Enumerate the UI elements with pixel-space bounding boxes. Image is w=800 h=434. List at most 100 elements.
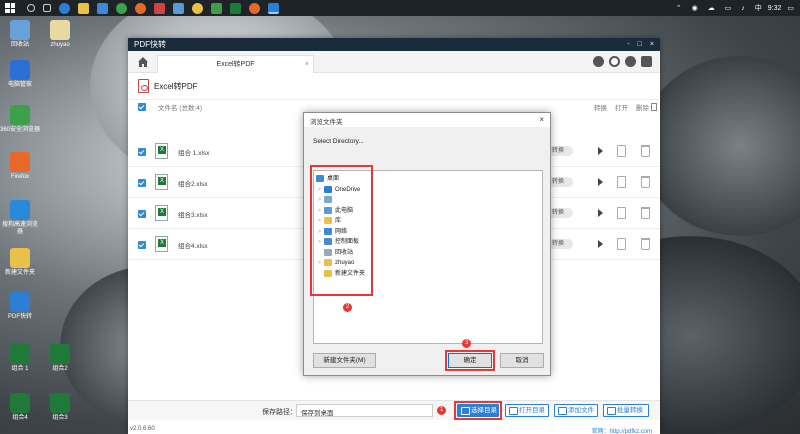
select-all-checkbox[interactable]: [138, 103, 146, 111]
excel-file-icon: [155, 205, 168, 221]
dialog-close-icon[interactable]: ×: [539, 115, 544, 124]
desktop-icon[interactable]: 新建文件夹: [0, 248, 40, 277]
store-icon[interactable]: [97, 2, 108, 14]
maximize-button[interactable]: □: [638, 41, 642, 48]
desktop-icon-label: 组合4: [12, 415, 28, 421]
trash-header-icon[interactable]: [651, 103, 657, 111]
app-icon[interactable]: [154, 2, 165, 14]
play-icon[interactable]: [598, 147, 603, 155]
excel-file-icon: [155, 143, 168, 159]
choose-directory-button[interactable]: 选择目录: [457, 404, 499, 417]
desktop-icon[interactable]: 回收站: [0, 20, 40, 49]
excel-icon[interactable]: [230, 2, 241, 14]
trash-icon[interactable]: [641, 238, 650, 250]
firefox-icon[interactable]: [135, 2, 146, 14]
open-file-icon[interactable]: [617, 145, 626, 157]
trash-icon[interactable]: [641, 207, 650, 219]
file-checkbox[interactable]: [138, 179, 146, 187]
desktop-icon-label: Firefox: [10, 174, 30, 180]
trash-icon[interactable]: [641, 145, 650, 157]
bottom-bar: 保存路径： 保存到桌面 1 选择目录 打开目录 添加文件 批量转换: [128, 400, 660, 420]
batch-convert-button[interactable]: 批量转换: [603, 404, 649, 417]
desktop-app-icon: [10, 292, 30, 312]
desktop-icon[interactable]: 组合 1: [0, 344, 40, 373]
app-icon[interactable]: [249, 2, 260, 14]
website-link[interactable]: 官网：http://pdfkz.com: [592, 426, 652, 434]
desktop-app-icon: [10, 344, 30, 364]
chrome-icon[interactable]: [192, 2, 203, 14]
desktop-app-icon: [10, 20, 30, 40]
column-open: 打开: [615, 105, 628, 112]
edge-icon[interactable]: [59, 2, 70, 14]
app-icon[interactable]: [211, 2, 222, 14]
explorer-icon[interactable]: [78, 2, 89, 14]
app-icon[interactable]: [173, 2, 184, 14]
save-path-input[interactable]: 保存到桌面: [296, 404, 433, 417]
pdf-app-icon[interactable]: [268, 2, 279, 14]
desktop-icon[interactable]: 组合2: [40, 344, 80, 373]
desktop-app-icon: [10, 152, 30, 172]
app-footer: v2.0.6.60 官网：http://pdfkz.com: [128, 424, 660, 434]
desktop-app-icon: [10, 105, 30, 125]
column-convert: 转换: [594, 105, 607, 112]
ok-button[interactable]: 确定: [448, 353, 492, 368]
desktop-icon[interactable]: Firefox: [0, 152, 40, 181]
open-file-icon[interactable]: [617, 238, 626, 250]
desktop-icon-label: zhuyao: [50, 42, 70, 48]
trash-icon[interactable]: [641, 176, 650, 188]
highlight-box: [310, 165, 373, 296]
desktop-icon[interactable]: 360安全浏览器: [0, 105, 40, 134]
taskview-icon[interactable]: [43, 4, 51, 12]
app-toolbar: Excel转PDF ×: [128, 51, 660, 73]
desktop-icon[interactable]: PDF快转: [0, 292, 40, 321]
file-checkbox[interactable]: [138, 241, 146, 249]
pdf-icon: [138, 79, 149, 93]
browser-icon[interactable]: [116, 2, 127, 14]
desktop-icon[interactable]: zhuyao: [40, 20, 80, 49]
notification-icon[interactable]: ▭: [787, 4, 794, 12]
play-icon[interactable]: [598, 178, 603, 186]
excel-file-icon: [155, 236, 168, 252]
version-text: v2.0.6.60: [130, 426, 155, 432]
new-folder-button[interactable]: 新建文件夹(M): [313, 353, 376, 368]
play-icon[interactable]: [598, 240, 603, 248]
desktop-icon-label: 电脑管家: [7, 82, 32, 88]
open-file-icon[interactable]: [617, 176, 626, 188]
desktop-icon[interactable]: 组合3: [40, 393, 80, 422]
desktop-icon[interactable]: 搜狗高速浏览器: [0, 200, 40, 236]
dialog-title: 浏览文件夹: [310, 119, 343, 126]
gear-icon[interactable]: [641, 56, 652, 67]
file-checkbox[interactable]: [138, 210, 146, 218]
open-directory-button[interactable]: 打开目录: [505, 404, 549, 417]
desktop-icon-label: 360安全浏览器: [0, 127, 41, 133]
tab-label: Excel转PDF: [216, 61, 255, 68]
app-title: PDF快转: [134, 40, 166, 49]
file-name: 组合2.xlsx: [178, 181, 208, 188]
desktop-icon-label: PDF快转: [7, 314, 32, 320]
tab-excel-to-pdf[interactable]: Excel转PDF ×: [157, 55, 314, 73]
desktop-app-icon: [50, 344, 70, 364]
cancel-button[interactable]: 取消: [500, 353, 544, 368]
close-button[interactable]: ×: [650, 41, 654, 48]
home-icon[interactable]: [137, 56, 149, 68]
open-file-icon[interactable]: [617, 207, 626, 219]
search-icon[interactable]: [27, 4, 35, 12]
minimize-button[interactable]: -: [627, 41, 629, 48]
tray-icons[interactable]: ⌃ ◉ ☁ ▭ ♪: [676, 4, 749, 12]
desktop-icon[interactable]: 电脑管家: [0, 60, 40, 89]
tab-close-icon[interactable]: ×: [305, 56, 309, 73]
play-icon[interactable]: [598, 209, 603, 217]
windows-start-icon[interactable]: [5, 3, 15, 13]
headset-icon[interactable]: [609, 56, 620, 67]
file-checkbox[interactable]: [138, 148, 146, 156]
clock[interactable]: 9:32: [768, 5, 782, 12]
add-file-button[interactable]: 添加文件: [554, 404, 598, 417]
chat-icon[interactable]: [593, 56, 604, 67]
ime-icon[interactable]: 中: [755, 3, 762, 13]
desktop-icon[interactable]: 组合4: [0, 393, 40, 422]
step-badge-3: 3: [462, 339, 471, 348]
user-icon[interactable]: [625, 56, 636, 67]
dialog-titlebar: 浏览文件夹 ×: [304, 113, 550, 127]
desktop-icon-label: 组合2: [52, 366, 68, 372]
app-titlebar: PDF快转 - □ ×: [128, 38, 660, 51]
